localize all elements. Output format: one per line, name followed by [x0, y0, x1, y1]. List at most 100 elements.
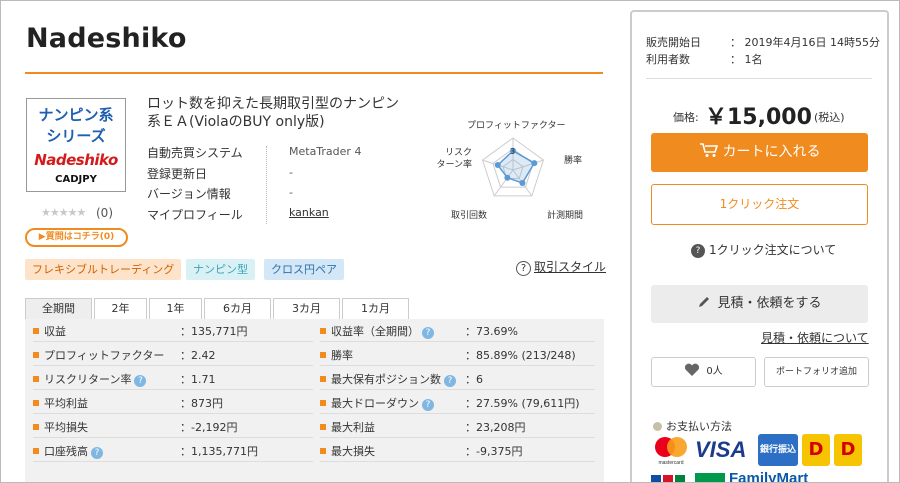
bullet-icon	[33, 352, 39, 358]
tag-cross-yen[interactable]: クロス円ペア	[264, 259, 344, 280]
cart-icon	[699, 143, 718, 157]
radar-chart: 3	[481, 137, 545, 197]
info-label-updated: 登録更新日	[147, 167, 208, 181]
add-portfolio-button[interactable]: ポートフォリオ追加	[764, 357, 869, 387]
radar-data-point	[531, 160, 538, 167]
tab-2y[interactable]: 2年	[94, 298, 147, 319]
page-title: Nadeshiko	[26, 23, 187, 54]
bullet-icon	[320, 400, 326, 406]
familymart-icon	[695, 473, 725, 482]
review-count[interactable]: (0)	[96, 206, 113, 220]
stat-value-max-profit: ：23,208円	[465, 421, 526, 434]
trading-style-label: 取引スタイル	[534, 260, 607, 274]
favorite-button[interactable]: 0人	[651, 357, 756, 387]
stat-label-max-drawdown: 最大ドローダウン?	[320, 393, 434, 415]
stat-value-profit: ：135,771円	[180, 325, 248, 338]
radar-data-point	[519, 179, 526, 186]
help-circle-icon: ?	[691, 244, 705, 258]
info-value-platform: MetaTrader 4	[289, 145, 362, 158]
title-divider	[25, 72, 603, 74]
info-divider	[266, 146, 267, 224]
stat-label-win-rate: 勝率	[320, 345, 353, 367]
price-label: 価格:	[673, 111, 699, 124]
page: Nadeshiko ナンピン系 シリーズ Nadeshiko CADJPY ★★…	[0, 0, 900, 483]
help-circle-icon: ?	[516, 261, 531, 276]
logo-line-3: Nadeshiko	[34, 151, 118, 169]
quote-request-button[interactable]: 見積・依頼をする	[651, 285, 868, 323]
tax-note: (税込)	[814, 111, 845, 124]
bullet-icon	[33, 400, 39, 406]
help-icon[interactable]: ?	[91, 447, 103, 459]
stats-panel: 収益 ：135,771円 プロフィットファクター ：2.42 リスクリターン率?…	[25, 319, 604, 482]
bullet-icon	[33, 328, 39, 334]
price: ￥15,000	[705, 105, 812, 130]
help-icon[interactable]: ?	[444, 375, 456, 387]
stat-value-avg-loss: ：-2,192円	[180, 421, 238, 434]
logo-line-1: ナンピン系	[38, 106, 114, 124]
stat-label-risk-return: リスクリターン率?	[33, 369, 147, 391]
stat-value-max-loss: ：-9,375円	[465, 445, 523, 458]
product-subtitle: ロット数を抑えた長期取引型のナンピン系ＥＡ(ViolaのBUY only版)	[147, 96, 399, 130]
tab-6m[interactable]: 6カ月	[204, 298, 271, 319]
daily-yamazaki-logo-1: D	[802, 434, 830, 466]
stat-value-avg-profit: ：873円	[180, 397, 223, 410]
stat-label-profit: 収益	[33, 321, 66, 343]
stat-label-max-positions: 最大保有ポジション数?	[320, 369, 456, 391]
stat-value-max-drawdown: ：27.59% (79,611円)	[465, 397, 580, 410]
svg-text:mastercard: mastercard	[658, 460, 683, 466]
payment-methods-title: お支払い方法	[653, 418, 732, 434]
tab-1y[interactable]: 1年	[149, 298, 202, 319]
product-logo[interactable]: ナンピン系 シリーズ Nadeshiko CADJPY	[26, 98, 126, 192]
help-icon[interactable]: ?	[422, 399, 434, 411]
bullet-icon	[320, 448, 326, 454]
mastercard-logo: mastercard	[651, 434, 691, 466]
tag-flexible[interactable]: フレキシブルトレーディング	[25, 259, 182, 280]
stat-value-win-rate: ：85.89% (213/248)	[465, 349, 576, 362]
stat-value-max-positions: ：6	[465, 373, 483, 386]
bullet-icon	[33, 448, 39, 454]
favorite-count: 0人	[706, 366, 723, 377]
help-icon[interactable]: ?	[422, 327, 434, 339]
pencil-icon	[699, 297, 710, 307]
trading-style-link[interactable]: ? 取引スタイル	[516, 258, 606, 276]
users-label: 利用者数	[646, 53, 690, 66]
tag-nanpin[interactable]: ナンピン型	[186, 259, 255, 280]
stat-value-balance: ：1,135,771円	[180, 445, 258, 458]
profile-link[interactable]: kankan	[289, 206, 329, 219]
rating-stars: ★★★★★	[41, 206, 86, 219]
visa-logo: VISA	[695, 437, 747, 462]
info-label-profile: マイプロフィール	[147, 208, 243, 222]
one-click-about-link[interactable]: ? 1クリック注文について	[691, 241, 836, 258]
bullet-icon	[320, 328, 326, 334]
one-click-order-button[interactable]: 1クリック注文	[651, 184, 868, 225]
stat-label-max-profit: 最大利益	[320, 417, 375, 439]
question-button[interactable]: ▶質問はコチラ(0)	[25, 228, 128, 247]
tab-all[interactable]: 全期間	[25, 298, 92, 319]
help-icon[interactable]: ?	[134, 375, 147, 387]
radar-data-point	[494, 162, 501, 169]
bullet-icon	[320, 352, 326, 358]
stat-label-avg-loss: 平均損失	[33, 417, 88, 439]
radar-label-risk-2: ターン率	[436, 160, 472, 170]
info-value-version: -	[289, 186, 293, 199]
stat-value-profit-factor: ：2.42	[180, 349, 216, 362]
chat-icon: ▶	[38, 232, 46, 242]
jcb-logo	[651, 473, 691, 482]
familymart-logo: FamilyMart	[729, 470, 809, 483]
bullet-icon	[33, 376, 39, 382]
radar-scale-label: 3	[510, 147, 515, 156]
tab-3m[interactable]: 3カ月	[273, 298, 340, 319]
bullet-icon	[653, 422, 662, 431]
info-value-updated: -	[289, 166, 293, 179]
stat-label-return-rate: 収益率（全期間）?	[320, 321, 434, 343]
quote-about-link[interactable]: 見積・依頼について	[761, 329, 869, 346]
users-value: ： 1名	[730, 53, 763, 66]
bank-transfer-logo: 銀行振込	[758, 434, 798, 466]
tab-1m[interactable]: 1カ月	[342, 298, 409, 319]
add-to-cart-button[interactable]: カートに入れる	[651, 133, 868, 172]
daily-yamazaki-logo-2: D	[834, 434, 862, 466]
question-button-label: 質問はコチラ(0)	[45, 232, 115, 242]
sale-start-label: 販売開始日	[646, 36, 701, 49]
stat-label-max-loss: 最大損失	[320, 441, 375, 463]
stat-label-balance: 口座残高?	[33, 441, 103, 463]
